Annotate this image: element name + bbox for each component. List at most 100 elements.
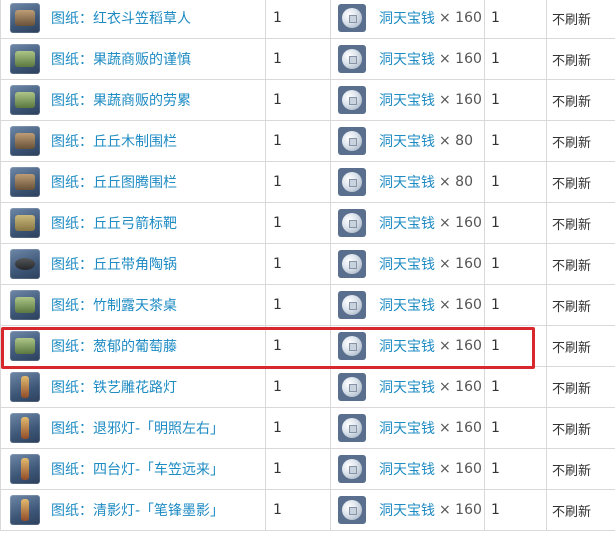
currency-link[interactable]: 洞天宝钱 <box>379 254 435 274</box>
currency-link[interactable]: 洞天宝钱 <box>379 295 435 315</box>
item-name-link[interactable]: 图纸：退邪灯-「明照左右」 <box>51 418 224 438</box>
quantity-cell: 1 <box>265 202 331 244</box>
scarecrow-icon <box>10 3 40 33</box>
refresh-cell: 不刷新 <box>546 120 615 162</box>
vendor-stall-icon <box>10 44 40 74</box>
currency-link[interactable]: 洞天宝钱 <box>379 459 435 479</box>
price-value: × 160 <box>439 461 482 477</box>
item-name-link[interactable]: 图纸：丘丘图腾围栏 <box>51 172 177 192</box>
purchase-limit-cell: 1 <box>484 407 547 449</box>
price-value: × 80 <box>439 133 473 149</box>
table-row: 图纸：丘丘带角陶锅 1 洞天宝钱 × 160 1 不刷新 <box>0 243 615 285</box>
item-name-link[interactable]: 图纸：清影灯-「笔锋墨影」 <box>51 500 224 520</box>
table-row: 图纸：四台灯-「车笠远来」 1 洞天宝钱 × 160 1 不刷新 <box>0 448 615 490</box>
purchase-limit-cell: 1 <box>484 366 547 408</box>
price-value: × 160 <box>439 502 482 518</box>
realm-currency-coin-icon <box>338 209 366 237</box>
price-value: × 160 <box>439 92 482 108</box>
currency-link[interactable]: 洞天宝钱 <box>379 418 435 438</box>
purchase-limit-cell: 1 <box>484 79 547 121</box>
item-name-link[interactable]: 图纸：果蔬商贩的劳累 <box>51 90 191 110</box>
currency-link[interactable]: 洞天宝钱 <box>379 172 435 192</box>
purchase-limit-cell: 1 <box>484 161 547 203</box>
refresh-cell: 不刷新 <box>546 489 615 531</box>
quantity-cell: 1 <box>265 407 331 449</box>
quantity-cell: 1 <box>265 120 331 162</box>
refresh-cell: 不刷新 <box>546 202 615 244</box>
tea-table-icon <box>10 290 40 320</box>
quantity-cell: 1 <box>265 161 331 203</box>
purchase-limit-cell: 1 <box>484 120 547 162</box>
realm-currency-coin-icon <box>338 496 366 524</box>
realm-currency-coin-icon <box>338 455 366 483</box>
quantity-cell: 1 <box>265 0 331 39</box>
table-row: 图纸：丘丘弓箭标靶 1 洞天宝钱 × 160 1 不刷新 <box>0 202 615 244</box>
purchase-limit-cell: 1 <box>484 0 547 39</box>
blueprint-shop-table: 图纸：红衣斗笠稻草人 1 洞天宝钱 × 160 1 不刷新 图纸：果蔬商贩的谨慎 … <box>0 0 615 531</box>
realm-currency-coin-icon <box>338 291 366 319</box>
purchase-limit-cell: 1 <box>484 448 547 490</box>
realm-currency-coin-icon <box>338 250 366 278</box>
price-value: × 160 <box>439 256 482 272</box>
price-value: × 160 <box>439 215 482 231</box>
item-name-link[interactable]: 图纸：红衣斗笠稻草人 <box>51 8 191 28</box>
refresh-cell: 不刷新 <box>546 407 615 449</box>
quantity-cell: 1 <box>265 38 331 80</box>
realm-currency-coin-icon <box>338 127 366 155</box>
currency-link[interactable]: 洞天宝钱 <box>379 131 435 151</box>
quantity-cell: 1 <box>265 325 331 367</box>
purchase-limit-cell: 1 <box>484 202 547 244</box>
item-name-link[interactable]: 图纸：铁艺雕花路灯 <box>51 377 177 397</box>
price-value: × 160 <box>439 420 482 436</box>
table-row: 图纸：竹制露天茶桌 1 洞天宝钱 × 160 1 不刷新 <box>0 284 615 326</box>
realm-currency-coin-icon <box>338 4 366 32</box>
vendor-stall-icon <box>10 85 40 115</box>
quantity-cell: 1 <box>265 489 331 531</box>
street-lamp-icon <box>10 372 40 402</box>
item-name-link[interactable]: 图纸：丘丘木制围栏 <box>51 131 177 151</box>
quantity-cell: 1 <box>265 366 331 408</box>
price-value: × 160 <box>439 338 482 354</box>
table-row: 图纸：清影灯-「笔锋墨影」 1 洞天宝钱 × 160 1 不刷新 <box>0 489 615 531</box>
totem-fence-icon <box>10 167 40 197</box>
table-row: 图纸：铁艺雕花路灯 1 洞天宝钱 × 160 1 不刷新 <box>0 366 615 408</box>
refresh-cell: 不刷新 <box>546 325 615 367</box>
realm-currency-coin-icon <box>338 332 366 360</box>
realm-currency-coin-icon <box>338 45 366 73</box>
purchase-limit-cell: 1 <box>484 284 547 326</box>
wooden-fence-icon <box>10 126 40 156</box>
currency-link[interactable]: 洞天宝钱 <box>379 336 435 356</box>
item-name-link[interactable]: 图纸：葱郁的葡萄藤 <box>51 336 177 356</box>
currency-link[interactable]: 洞天宝钱 <box>379 377 435 397</box>
item-name-link[interactable]: 图纸：丘丘弓箭标靶 <box>51 213 177 233</box>
item-name-link[interactable]: 图纸：竹制露天茶桌 <box>51 295 177 315</box>
quantity-cell: 1 <box>265 284 331 326</box>
lantern-icon <box>10 413 40 443</box>
item-name-link[interactable]: 图纸：四台灯-「车笠远来」 <box>51 459 224 479</box>
refresh-cell: 不刷新 <box>546 161 615 203</box>
refresh-cell: 不刷新 <box>546 243 615 285</box>
table-row: 图纸：红衣斗笠稻草人 1 洞天宝钱 × 160 1 不刷新 <box>0 0 615 39</box>
table-row: 图纸：退邪灯-「明照左右」 1 洞天宝钱 × 160 1 不刷新 <box>0 407 615 449</box>
purchase-limit-cell: 1 <box>484 325 547 367</box>
quantity-cell: 1 <box>265 79 331 121</box>
table-row: 图纸：丘丘图腾围栏 1 洞天宝钱 × 80 1 不刷新 <box>0 161 615 203</box>
currency-link[interactable]: 洞天宝钱 <box>379 500 435 520</box>
price-value: × 160 <box>439 51 482 67</box>
currency-link[interactable]: 洞天宝钱 <box>379 90 435 110</box>
table-row-highlighted: 图纸：葱郁的葡萄藤 1 洞天宝钱 × 160 1 不刷新 <box>0 325 615 367</box>
currency-link[interactable]: 洞天宝钱 <box>379 8 435 28</box>
realm-currency-coin-icon <box>338 373 366 401</box>
price-value: × 160 <box>439 379 482 395</box>
currency-link[interactable]: 洞天宝钱 <box>379 213 435 233</box>
lantern-icon <box>10 495 40 525</box>
quantity-cell: 1 <box>265 243 331 285</box>
currency-link[interactable]: 洞天宝钱 <box>379 49 435 69</box>
refresh-cell: 不刷新 <box>546 0 615 39</box>
purchase-limit-cell: 1 <box>484 489 547 531</box>
lantern-icon <box>10 454 40 484</box>
item-name-link[interactable]: 图纸：丘丘带角陶锅 <box>51 254 177 274</box>
item-name-link[interactable]: 图纸：果蔬商贩的谨慎 <box>51 49 191 69</box>
price-value: × 80 <box>439 174 473 190</box>
refresh-cell: 不刷新 <box>546 38 615 80</box>
